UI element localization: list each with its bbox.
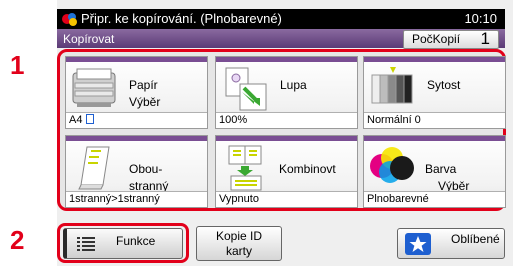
id-card-copy-label-line2: karty — [225, 244, 252, 258]
tile-value: 1stranný>1stranný — [66, 191, 207, 207]
tile-topbar — [364, 57, 505, 62]
tile-label-line1: Sytost — [427, 78, 461, 92]
tile-label-line1: Kombinovt — [279, 162, 336, 176]
marker-1: 1 — [10, 50, 25, 80]
copies-field[interactable]: PočKopií 1 — [403, 29, 499, 49]
density-icon — [371, 67, 413, 104]
tile-topbar — [66, 57, 207, 62]
tile-value: Normální 0 — [364, 112, 505, 128]
tile-value: Vypnuto — [216, 191, 357, 207]
id-card-copy-label-line1: Kopie ID — [215, 229, 263, 243]
status-bar: Připr. ke kopírování. (Plnobarevné) 10:1… — [57, 9, 505, 29]
tile-label-line1: Papír — [129, 78, 158, 92]
combine-icon — [228, 145, 262, 191]
portrait-paper-icon — [85, 114, 94, 124]
zoom-icon — [225, 67, 267, 111]
functions-button[interactable]: Funkce — [63, 228, 183, 259]
star-icon — [405, 233, 431, 255]
paper-tray-icon — [72, 68, 116, 107]
tile-value: A4 — [66, 112, 207, 128]
tile-topbar — [364, 136, 505, 141]
favorites-label: Oblíbené — [451, 232, 500, 246]
tile-label-line1: Lupa — [280, 78, 307, 92]
tile-value: Plnobarevné — [364, 191, 505, 207]
tile-duplex[interactable]: Obou- stranný 1stranný>1stranný — [65, 135, 208, 208]
list-icon — [77, 237, 95, 251]
duplex-icon — [78, 146, 110, 190]
status-color-icon — [62, 13, 77, 26]
tile-topbar — [66, 136, 207, 141]
tile-paper-select[interactable]: Papír Výběr A4 — [65, 56, 208, 129]
favorites-button[interactable]: Oblíbené — [397, 228, 505, 259]
id-card-copy-button[interactable]: Kopie ID karty — [196, 226, 282, 261]
copies-value: 1 — [480, 29, 490, 48]
tile-topbar — [216, 57, 357, 62]
tile-label-line2: Výběr — [129, 95, 161, 109]
tile-combine[interactable]: Kombinovt Vypnuto — [215, 135, 358, 208]
status-title: Připr. ke kopírování. (Plnobarevné) — [81, 11, 282, 26]
copies-label: PočKopií — [412, 32, 461, 46]
tile-label-line1: Obou- — [129, 162, 163, 176]
tile-zoom[interactable]: Lupa 100% — [215, 56, 358, 129]
tile-label-line1: Barva — [425, 162, 457, 176]
tile-topbar — [216, 136, 357, 141]
tile-density[interactable]: Sytost Normální 0 — [363, 56, 506, 129]
tile-color-select[interactable]: Barva Výběr Plnobarevné — [363, 135, 506, 208]
tile-value: 100% — [216, 112, 357, 128]
color-select-icon — [370, 147, 414, 183]
tile-value-text: A4 — [69, 114, 83, 126]
functions-label: Funkce — [116, 234, 156, 248]
function-header: Kopírovat PočKopií 1 — [57, 29, 505, 49]
function-name: Kopírovat — [63, 32, 115, 46]
marker-2: 2 — [10, 225, 25, 255]
status-time: 10:10 — [464, 11, 497, 26]
